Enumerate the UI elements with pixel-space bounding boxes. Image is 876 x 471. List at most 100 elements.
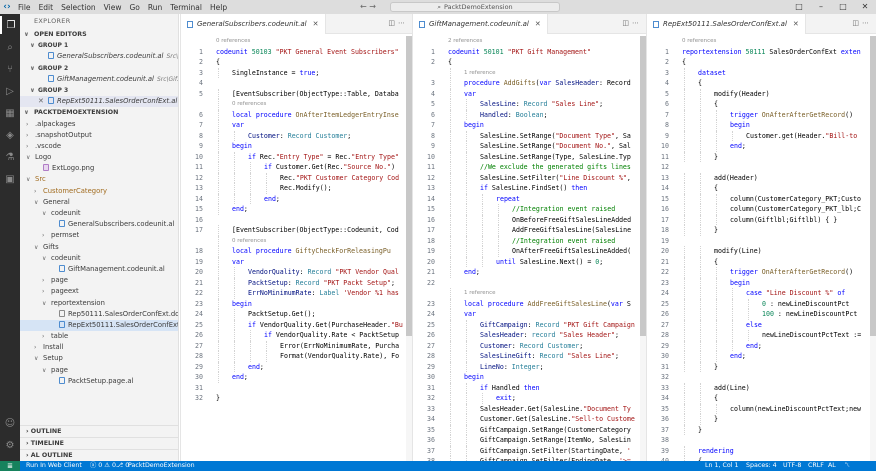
open-editor-item[interactable]: ✕RepExt50111.SalesOrderConfExt.alSrc\... xyxy=(20,96,178,108)
more-actions-icon[interactable]: ⋯ xyxy=(862,19,872,27)
more-actions-icon[interactable]: ⋯ xyxy=(398,19,408,27)
command-center[interactable]: ⌕ PacktDemoExtension xyxy=(390,2,560,12)
outline-header[interactable]: › OUTLINE xyxy=(20,425,178,437)
menu-terminal[interactable]: Terminal xyxy=(170,3,202,12)
editor-actions[interactable]: ◫⋯ xyxy=(852,19,872,27)
close-icon[interactable]: ✕ xyxy=(793,20,799,28)
close-icon[interactable]: ✕ xyxy=(38,96,44,107)
timeline-header[interactable]: › TIMELINE xyxy=(20,437,178,449)
codelens[interactable]: 0 references xyxy=(181,99,412,110)
more-actions-icon[interactable]: ⋯ xyxy=(632,19,642,27)
editor-tab[interactable]: RepExt50111.SalesOrderConfExt.al ✕ xyxy=(647,14,806,34)
tree-file[interactable]: GiftManagement.codeunit.al xyxy=(20,264,178,275)
tree-folder[interactable]: › CustomerCategory xyxy=(20,186,178,197)
close-window-button[interactable]: ✕ xyxy=(854,0,876,14)
code-line: 10 SalesLine.SetRange(Type, SalesLine.Typ xyxy=(427,151,631,162)
indentation[interactable]: Spaces: 4 xyxy=(746,461,777,471)
minimize-button[interactable]: – xyxy=(810,0,832,14)
editor-group-label[interactable]: ∨ GROUP 2 xyxy=(20,63,178,74)
editor-actions[interactable]: ◫⋯ xyxy=(388,19,408,27)
remote-icon[interactable]: ▣ xyxy=(0,170,20,188)
editor-actions[interactable]: ◫⋯ xyxy=(622,19,642,27)
tree-file[interactable]: ExtLogo.png xyxy=(20,163,178,174)
code-area[interactable]: 0 references 1 reportextension 50111 Sales… xyxy=(647,36,876,461)
tree-folder[interactable]: ∨ reportextension xyxy=(20,298,178,309)
tree-folder[interactable]: › .vscode xyxy=(20,141,178,152)
eol-sequence[interactable]: CRLF xyxy=(808,461,824,471)
tree-folder[interactable]: ∨ Gifts xyxy=(20,242,178,253)
layout-icon[interactable]: □ xyxy=(788,0,810,14)
run-web-client[interactable]: Run In Web Client xyxy=(26,461,82,471)
open-editor-item[interactable]: GeneralSubscribers.codeunit.alSrc\Gf... xyxy=(20,51,178,62)
problems-indicator[interactable]: ⓧ 0 ⚠ 0 xyxy=(90,461,116,471)
close-icon[interactable]: ✕ xyxy=(313,20,319,28)
files-icon[interactable]: ❐ xyxy=(0,16,20,34)
tree-folder[interactable]: › permset xyxy=(20,230,178,241)
tree-folder[interactable]: › table xyxy=(20,331,178,342)
tree-folder[interactable]: › Install xyxy=(20,342,178,353)
editor-tab[interactable]: GeneralSubscribers.codeunit.al ✕ xyxy=(181,14,326,34)
extensions-icon[interactable]: ▦ xyxy=(0,104,20,122)
tree-folder[interactable]: ∨ General xyxy=(20,197,178,208)
scrollbar-thumb[interactable] xyxy=(870,36,876,336)
menu-help[interactable]: Help xyxy=(210,3,227,12)
editor-group-label[interactable]: ∨ GROUP 1 xyxy=(20,40,178,51)
code-line: 7 var xyxy=(199,120,244,131)
remote-indicator[interactable]: ≣ xyxy=(0,461,20,471)
tree-folder[interactable]: › .snapshotOutput xyxy=(20,130,178,141)
tree-folder[interactable]: ∨ codeunit xyxy=(20,208,178,219)
codelens[interactable]: 1 reference xyxy=(413,288,646,299)
open-editors-header[interactable]: ∨ OPEN EDITORS xyxy=(20,29,178,40)
al-object-icon[interactable]: ◈ xyxy=(0,126,20,144)
account-icon[interactable]: ☺ xyxy=(0,414,20,432)
maximize-button[interactable]: □ xyxy=(832,0,854,14)
tree-file[interactable]: RepExt50111.SalesOrderConfExt.al xyxy=(20,319,178,332)
codelens[interactable]: 2 references xyxy=(413,36,646,47)
tree-folder[interactable]: ∨ codeunit xyxy=(20,253,178,264)
tree-file[interactable]: PacktSetup.page.al xyxy=(20,376,178,387)
code-area[interactable]: 0 references 1 codeunit 50103 "PKT General… xyxy=(181,36,412,404)
settings-gear-icon[interactable]: ⚙ xyxy=(0,436,20,454)
close-icon[interactable]: ✕ xyxy=(535,20,541,28)
code-line: 23 begin xyxy=(195,298,252,309)
tree-folder[interactable]: ∨ Src xyxy=(20,174,178,185)
editor-group-label[interactable]: ∨ GROUP 3 xyxy=(20,85,178,96)
menu-edit[interactable]: Edit xyxy=(39,3,54,12)
codelens[interactable]: 0 references xyxy=(647,36,876,47)
project-indicator[interactable]: PacktDemoExtension xyxy=(128,461,195,471)
tree-folder[interactable]: › pageext xyxy=(20,286,178,297)
split-editor-icon[interactable]: ◫ xyxy=(388,19,398,27)
editor-tab[interactable]: GiftManagement.codeunit.al ✕ xyxy=(413,14,548,34)
source-control-icon[interactable]: ⑂ xyxy=(0,60,20,78)
al-outline-header[interactable]: › AL OUTLINE xyxy=(20,449,178,461)
notifications-bell-icon[interactable]: ␇ xyxy=(845,461,850,471)
tree-folder[interactable]: ∨ Logo xyxy=(20,152,178,163)
open-editor-item[interactable]: GiftManagement.codeunit.alSrc\Gif... xyxy=(20,74,178,85)
codelens[interactable]: 0 references xyxy=(181,235,412,246)
menu-file[interactable]: File xyxy=(18,3,31,12)
tree-file[interactable]: Rep50111.SalesOrderConfExt.docx xyxy=(20,309,178,320)
scrollbar[interactable] xyxy=(870,36,876,461)
menu-selection[interactable]: Selection xyxy=(61,3,96,12)
cursor-position[interactable]: Ln 1, Col 1 xyxy=(705,461,739,471)
tree-folder[interactable]: ∨ page xyxy=(20,365,178,376)
language-mode[interactable]: AL xyxy=(828,461,836,471)
codelens[interactable]: 0 references xyxy=(181,36,412,47)
search-icon[interactable]: ⌕ xyxy=(0,38,20,56)
encoding[interactable]: UTF-8 xyxy=(783,461,801,471)
tree-folder[interactable]: › .alpackages xyxy=(20,119,178,130)
menu-go[interactable]: Go xyxy=(129,3,139,12)
tree-file[interactable]: GeneralSubscribers.codeunit.al xyxy=(20,219,178,230)
split-editor-icon[interactable]: ◫ xyxy=(852,19,862,27)
workspace-header[interactable]: ∨ PACKTDEMOEXTENSION xyxy=(20,107,178,118)
tree-folder[interactable]: ∨ Setup xyxy=(20,353,178,364)
nav-arrows[interactable]: ← → xyxy=(360,2,376,11)
codelens[interactable]: 1 reference xyxy=(413,67,646,78)
split-editor-icon[interactable]: ◫ xyxy=(622,19,632,27)
testing-icon[interactable]: ⚗ xyxy=(0,148,20,166)
run-debug-icon[interactable]: ▷ xyxy=(0,82,20,100)
menu-view[interactable]: View xyxy=(104,3,122,12)
code-area[interactable]: 2 references 1 codeunit 50101 "PKT Gift Ma… xyxy=(413,36,646,461)
tree-folder[interactable]: › page xyxy=(20,275,178,286)
menu-run[interactable]: Run xyxy=(148,3,162,12)
